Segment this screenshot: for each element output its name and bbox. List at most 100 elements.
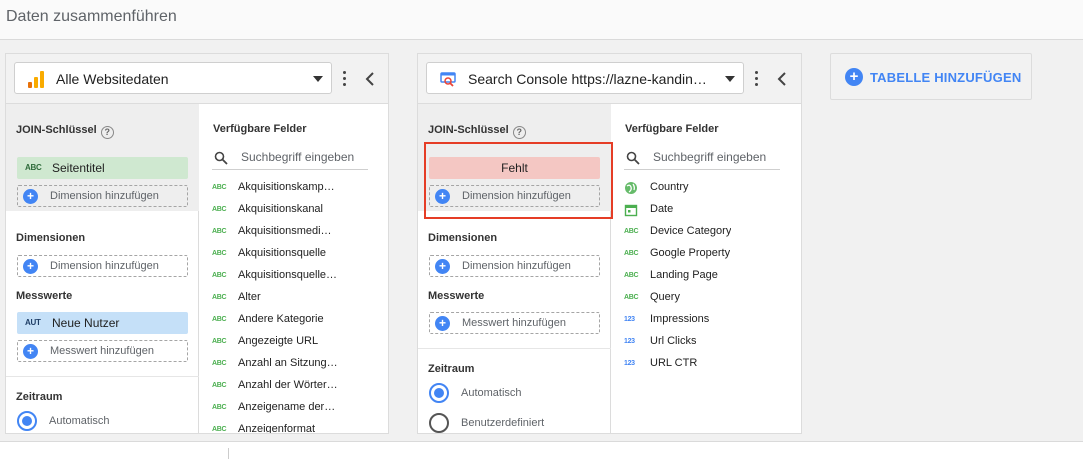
chevron-left-icon[interactable] [363,71,377,87]
bottom-bar [0,441,1083,459]
header-bar: Daten zusammenführen [0,0,1083,40]
field-type-badge: ABC [212,338,227,345]
radio-automatic[interactable] [429,383,449,403]
available-fields-title: Verfügbare Felder [213,123,307,135]
metric-chip[interactable]: AUT Neue Nutzer [17,312,188,334]
field-name: Akquisitionsquelle… [238,269,338,281]
field-type-badge: ABC [212,316,227,323]
field-type-badge: 123 [624,360,635,367]
help-icon[interactable]: ? [512,126,526,139]
add-circle-icon: + [23,344,38,359]
field-item[interactable]: ABC Andere Kategorie [212,310,384,332]
field-item[interactable]: ABC Anzahl der Wörter … [212,376,384,398]
field-item[interactable]: ABC Anzeigename der … [212,398,384,420]
datasource-select[interactable]: Alle Websitedaten [14,62,332,94]
dimensions-label: Dimensionen [16,232,86,244]
field-list: ABC Akquisitionskamp… ABC Akquisitionskanal… [212,178,384,434]
field-list: Country Date ABC Device Category ABC Google P… [624,178,796,376]
field-item[interactable]: ABC Device Category [624,222,796,244]
field-item[interactable]: ABC Anzeigenformat [212,420,384,434]
field-search-input[interactable]: Suchbegriff eingeben [624,148,780,170]
join-key-label: JOIN-Schlüssel? [428,124,526,139]
field-type-badge: ABC [212,294,227,301]
field-item[interactable]: 123 URL CTR [624,354,796,376]
add-circle-icon: + [23,259,38,274]
radio-automatic-label: Automatisch [461,387,522,399]
date-range-label: Zeitraum [428,363,475,375]
add-circle-icon: + [845,68,863,86]
datasource-panel-search-console: Search Console https://lazne-kandin… JOI… [417,53,802,434]
field-type-badge: ABC [212,360,227,367]
add-dimension-button[interactable]: + Dimension hinzufügen [429,255,600,277]
more-vert-icon[interactable] [343,71,347,89]
add-label: Dimension hinzufügen [50,190,159,202]
search-icon [626,151,640,165]
field-type-badge: ABC [212,184,227,191]
field-item[interactable]: ABC Akquisitionsmedi… [212,222,384,244]
datasource-select[interactable]: Search Console https://lazne-kandin… [426,62,744,94]
field-name: Date [650,203,674,215]
dimensions-label: Dimensionen [428,232,498,244]
datasource-name: Search Console https://lazne-kandin… [468,71,707,87]
radio-automatic[interactable] [17,411,37,431]
field-type-badge: ABC [212,404,227,411]
field-name: Country [650,181,689,193]
radio-custom-label: Benutzerdefiniert [461,417,545,429]
add-join-dimension-button[interactable]: + Dimension hinzufügen [17,185,188,207]
add-metric-button[interactable]: + Messwert hinzufügen [17,340,188,362]
field-name: Andere Kategorie [238,313,324,325]
calendar-icon [624,204,638,217]
field-search-input[interactable]: Suchbegriff eingeben [212,148,368,170]
metrics-label: Messwerte [16,290,73,302]
field-type-badge: ABC [212,228,227,235]
field-item[interactable]: ABC Alter [212,288,384,310]
more-vert-icon[interactable] [755,71,759,89]
field-item[interactable]: ABC Google Property [624,244,796,266]
field-type-badge: ABC [624,272,639,279]
datasource-header: Alle Websitedaten [6,54,388,104]
field-item[interactable]: Date [624,200,796,222]
field-type-badge: ABC [624,294,639,301]
field-name: Akquisitionsmedi… [238,225,332,237]
join-key-chip[interactable]: ABC Seitentitel [17,157,188,179]
page-title: Daten zusammenführen [6,8,177,25]
datasource-header: Search Console https://lazne-kandin… [418,54,801,104]
field-name: Anzeigenformat [238,423,316,434]
field-item[interactable]: ABC Akquisitionskanal [212,200,384,222]
field-item[interactable]: ABC Anzahl an Sitzung… [212,354,384,376]
field-name: Landing Page [650,269,718,281]
field-item[interactable]: 123 Impressions [624,310,796,332]
help-icon[interactable]: ? [100,126,114,139]
field-item[interactable]: Country [624,178,796,200]
field-name: Impressions [650,313,710,325]
field-type-badge: ABC [212,426,227,433]
field-name: Alter [238,291,261,303]
field-item[interactable]: 123 Url Clicks [624,332,796,354]
radio-automatic-label: Automatisch [49,415,110,427]
add-dimension-button[interactable]: + Dimension hinzufügen [17,255,188,277]
radio-custom[interactable] [429,413,449,433]
field-item[interactable]: ABC Query [624,288,796,310]
field-name: Angezeigte URL [238,335,319,347]
add-metric-button[interactable]: + Messwert hinzufügen [429,312,600,334]
field-item[interactable]: ABC Landing Page [624,266,796,288]
available-fields-title: Verfügbare Felder [625,123,719,135]
analytics-icon [28,71,44,88]
search-placeholder: Suchbegriff eingeben [653,150,767,164]
search-console-icon [440,72,456,87]
chevron-down-icon [313,76,323,82]
field-item[interactable]: ABC Angezeigte URL [212,332,384,354]
add-table-label: TABELLE HINZUFÜGEN [870,70,1022,85]
field-name: Akquisitionskamp… [238,181,335,193]
field-type-badge: ABC [212,272,227,279]
join-key-missing-highlight [424,142,613,219]
available-fields-column: Verfügbare Felder Suchbegriff eingeben A… [200,104,388,434]
field-type-badge: 123 [624,338,635,345]
field-item[interactable]: ABC Akquisitionskamp… [212,178,384,200]
field-type-badge: ABC [624,228,639,235]
field-item[interactable]: ABC Akquisitionsquelle… [212,266,384,288]
field-type-badge: 123 [624,316,635,323]
chevron-left-icon[interactable] [775,71,789,87]
field-item[interactable]: ABC Akquisitionsquelle [212,244,384,266]
add-table-button[interactable]: + TABELLE HINZUFÜGEN [830,53,1032,100]
